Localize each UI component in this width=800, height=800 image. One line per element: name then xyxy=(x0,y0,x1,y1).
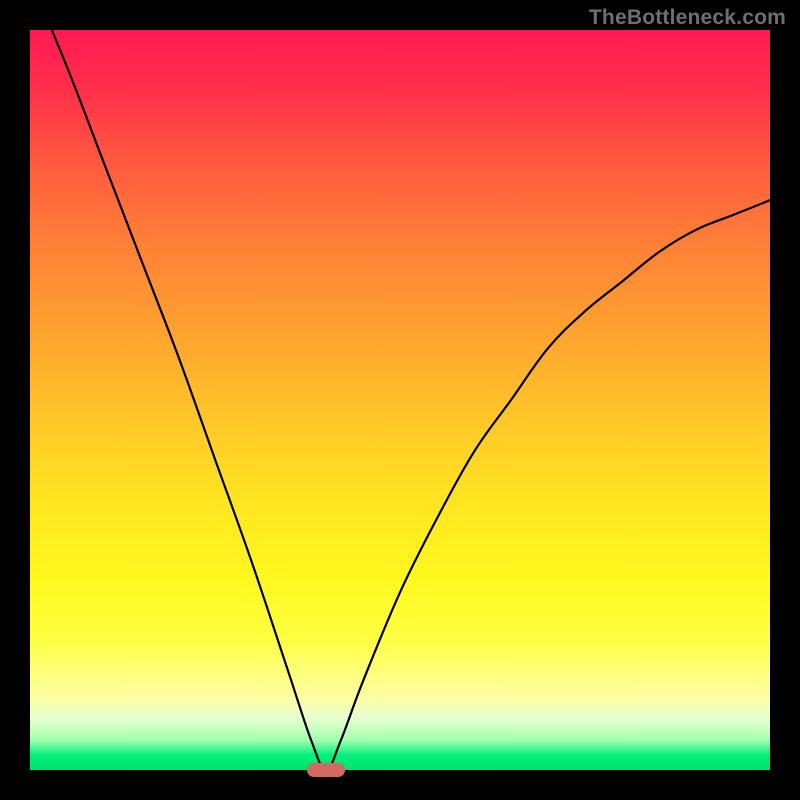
plot-area xyxy=(30,30,770,770)
chart-container: TheBottleneck.com xyxy=(0,0,800,800)
minimum-marker xyxy=(307,763,345,777)
bottleneck-curve xyxy=(30,30,770,770)
watermark-text: TheBottleneck.com xyxy=(589,6,786,30)
